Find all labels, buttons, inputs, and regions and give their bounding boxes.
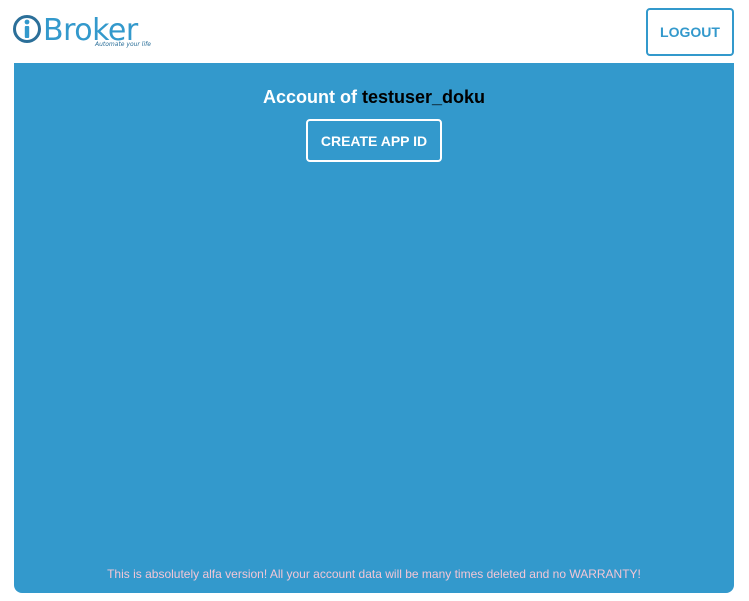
create-app-id-button[interactable]: CREATE APP ID	[306, 119, 442, 162]
logo-wordmark: Broker Automate your life	[43, 14, 151, 54]
ibroker-logo[interactable]: Broker Automate your life	[12, 14, 172, 54]
logout-button[interactable]: LOGOUT	[646, 8, 734, 56]
ibroker-i-logo-icon	[12, 14, 42, 44]
account-panel: Account of testuser_doku CREATE APP ID T…	[14, 63, 734, 593]
logo-tagline: Automate your life	[95, 41, 151, 48]
header: Broker Automate your life LOGOUT	[0, 0, 749, 63]
account-username: testuser_doku	[361, 87, 486, 107]
account-title: Account of testuser_doku	[14, 87, 734, 108]
alpha-warning-note: This is absolutely alfa version! All you…	[107, 567, 641, 581]
account-title-prefix: Account of	[262, 87, 362, 107]
